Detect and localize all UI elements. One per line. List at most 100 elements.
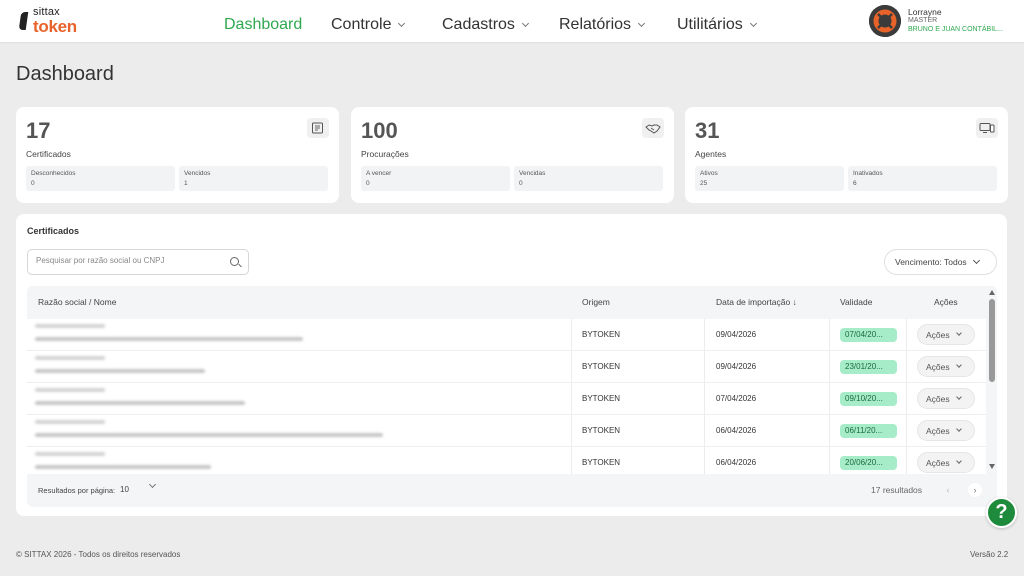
user-menu[interactable]: Lorrayne MASTER BRUNO E JUAN CONTÁBIL...: [869, 5, 1019, 37]
nav-relatorios[interactable]: Relatórios: [559, 16, 646, 34]
table-body: BYTOKEN 09/04/2026 07/04/20... Ações BYT…: [27, 319, 986, 474]
table-row[interactable]: BYTOKEN 06/04/2026 20/06/20... Ações: [27, 447, 986, 474]
column-header-name[interactable]: Razão social / Nome: [38, 297, 116, 307]
per-page-select[interactable]: 10: [120, 485, 129, 494]
redacted-name: [35, 388, 105, 392]
nav-utilitarios[interactable]: Utilitários: [677, 16, 757, 34]
actions-button[interactable]: Ações: [917, 356, 975, 377]
column-header-origin[interactable]: Origem: [582, 297, 610, 307]
chevron-down-icon: [521, 19, 529, 28]
actions-button[interactable]: Ações: [917, 324, 975, 345]
redacted-cnpj: [35, 465, 211, 469]
stat-sub-inativados: Inativados 6: [848, 166, 997, 191]
nav-cadastros[interactable]: Cadastros: [442, 16, 529, 34]
column-header-validity[interactable]: Validade: [840, 297, 872, 307]
validity-badge: 07/04/20...: [840, 328, 897, 342]
sub-value: 1: [184, 180, 188, 187]
next-page-button[interactable]: ›: [968, 483, 982, 497]
user-company: BRUNO E JUAN CONTÁBIL...: [908, 26, 1003, 33]
redacted-name: [35, 356, 105, 360]
chevron-down-icon: [972, 256, 980, 265]
stat-number: 17: [26, 118, 51, 143]
stat-sub-vencidas: Vencidas 0: [514, 166, 663, 191]
sub-label: Vencidos: [184, 170, 211, 177]
table-row[interactable]: BYTOKEN 09/04/2026 23/01/20... Ações: [27, 351, 986, 383]
chevron-down-icon[interactable]: [148, 480, 157, 489]
table-row[interactable]: BYTOKEN 09/04/2026 07/04/20... Ações: [27, 319, 986, 351]
avatar[interactable]: [869, 5, 901, 37]
scroll-up-arrow-icon[interactable]: [989, 290, 995, 295]
sub-label: A vencer: [366, 170, 392, 177]
chevron-down-icon: [955, 426, 962, 432]
per-page-label: Resultados por página:: [38, 486, 116, 495]
sub-label: Vencidas: [519, 170, 546, 177]
nav-controle[interactable]: Controle: [331, 16, 406, 34]
stat-card-certificados: 17 Certificados Desconhecidos 0 Vencidos…: [16, 107, 339, 203]
actions-button[interactable]: Ações: [917, 420, 975, 441]
origin-cell: BYTOKEN: [582, 330, 621, 339]
chevron-down-icon: [955, 458, 962, 464]
redacted-name: [35, 452, 105, 456]
vencimento-filter-label: Vencimento: Todos: [895, 257, 967, 267]
user-name: Lorrayne: [908, 7, 942, 17]
previous-page-button[interactable]: ‹: [941, 483, 955, 497]
stat-number: 31: [695, 118, 720, 143]
scrollbar-thumb[interactable]: [989, 299, 995, 382]
origin-cell: BYTOKEN: [582, 394, 621, 403]
top-navbar: sittax token Dashboard Controle Cadastro…: [0, 0, 1024, 42]
handshake-icon: [642, 118, 664, 138]
table-row[interactable]: BYTOKEN 07/04/2026 09/10/20... Ações: [27, 383, 986, 415]
actions-button-label: Ações: [926, 361, 950, 372]
sub-value: 25: [700, 180, 708, 187]
lifebuoy-avatar-icon: [869, 5, 901, 37]
actions-button-label: Ações: [926, 393, 950, 404]
actions-button[interactable]: Ações: [917, 388, 975, 409]
redacted-cnpj: [35, 369, 205, 373]
chevron-down-icon: [637, 19, 646, 28]
help-button[interactable]: ?: [986, 497, 1017, 528]
nav-relatorios-label: Relatórios: [559, 16, 632, 33]
stat-sub-ativos: Ativos 25: [695, 166, 844, 191]
table-scrollbar[interactable]: [987, 286, 997, 474]
certificados-card: Certificados Vencimento: Todos Razão soc…: [16, 214, 1007, 516]
sub-value: 6: [853, 180, 857, 187]
actions-button-label: Ações: [926, 425, 950, 436]
chevron-down-icon: [398, 19, 406, 28]
nav-utilitarios-label: Utilitários: [677, 16, 743, 33]
redacted-name: [35, 324, 105, 328]
validity-badge: 23/01/20...: [840, 360, 897, 374]
sittax-token-logo[interactable]: sittax token: [20, 7, 77, 36]
certificados-title: Certificados: [27, 226, 80, 236]
column-header-import-date[interactable]: Data de importação ↓: [716, 297, 797, 307]
import-date-cell: 06/04/2026: [716, 426, 757, 435]
validity-badge: 06/11/20...: [840, 424, 897, 438]
stat-card-agentes: 31 Agentes Ativos 25 Inativados 6: [685, 107, 1008, 203]
search-icon[interactable]: [230, 257, 239, 266]
sub-label: Ativos: [700, 170, 718, 177]
actions-button[interactable]: Ações: [917, 452, 975, 473]
results-count: 17 resultados: [871, 485, 923, 495]
redacted-cnpj: [35, 433, 383, 437]
origin-cell: BYTOKEN: [582, 458, 621, 467]
certificate-icon: [307, 118, 329, 138]
sub-value: 0: [366, 180, 370, 187]
nav-cadastros-label: Cadastros: [442, 16, 515, 33]
table-header: Razão social / Nome Origem Data de impor…: [27, 286, 986, 319]
search-input[interactable]: [36, 256, 216, 265]
stat-sub-vencidos: Vencidos 1: [179, 166, 328, 191]
import-date-cell: 06/04/2026: [716, 458, 757, 467]
validity-badge: 09/10/20...: [840, 392, 897, 406]
nav-dashboard[interactable]: Dashboard: [224, 16, 302, 34]
stat-sub-a-vencer: A vencer 0: [361, 166, 510, 191]
scroll-down-arrow-icon[interactable]: [989, 464, 995, 469]
actions-button-label: Ações: [926, 457, 950, 468]
table-row[interactable]: BYTOKEN 06/04/2026 06/11/20... Ações: [27, 415, 986, 447]
search-box[interactable]: [27, 249, 249, 275]
redacted-name: [35, 420, 105, 424]
chevron-down-icon: [749, 19, 757, 28]
vencimento-filter-dropdown[interactable]: Vencimento: Todos: [884, 249, 997, 275]
chevron-down-icon: [955, 362, 962, 368]
origin-cell: BYTOKEN: [582, 362, 621, 371]
question-mark-icon: ?: [995, 501, 1008, 523]
footer-copyright: © SITTAX 2026 - Todos os direitos reserv…: [16, 550, 181, 559]
